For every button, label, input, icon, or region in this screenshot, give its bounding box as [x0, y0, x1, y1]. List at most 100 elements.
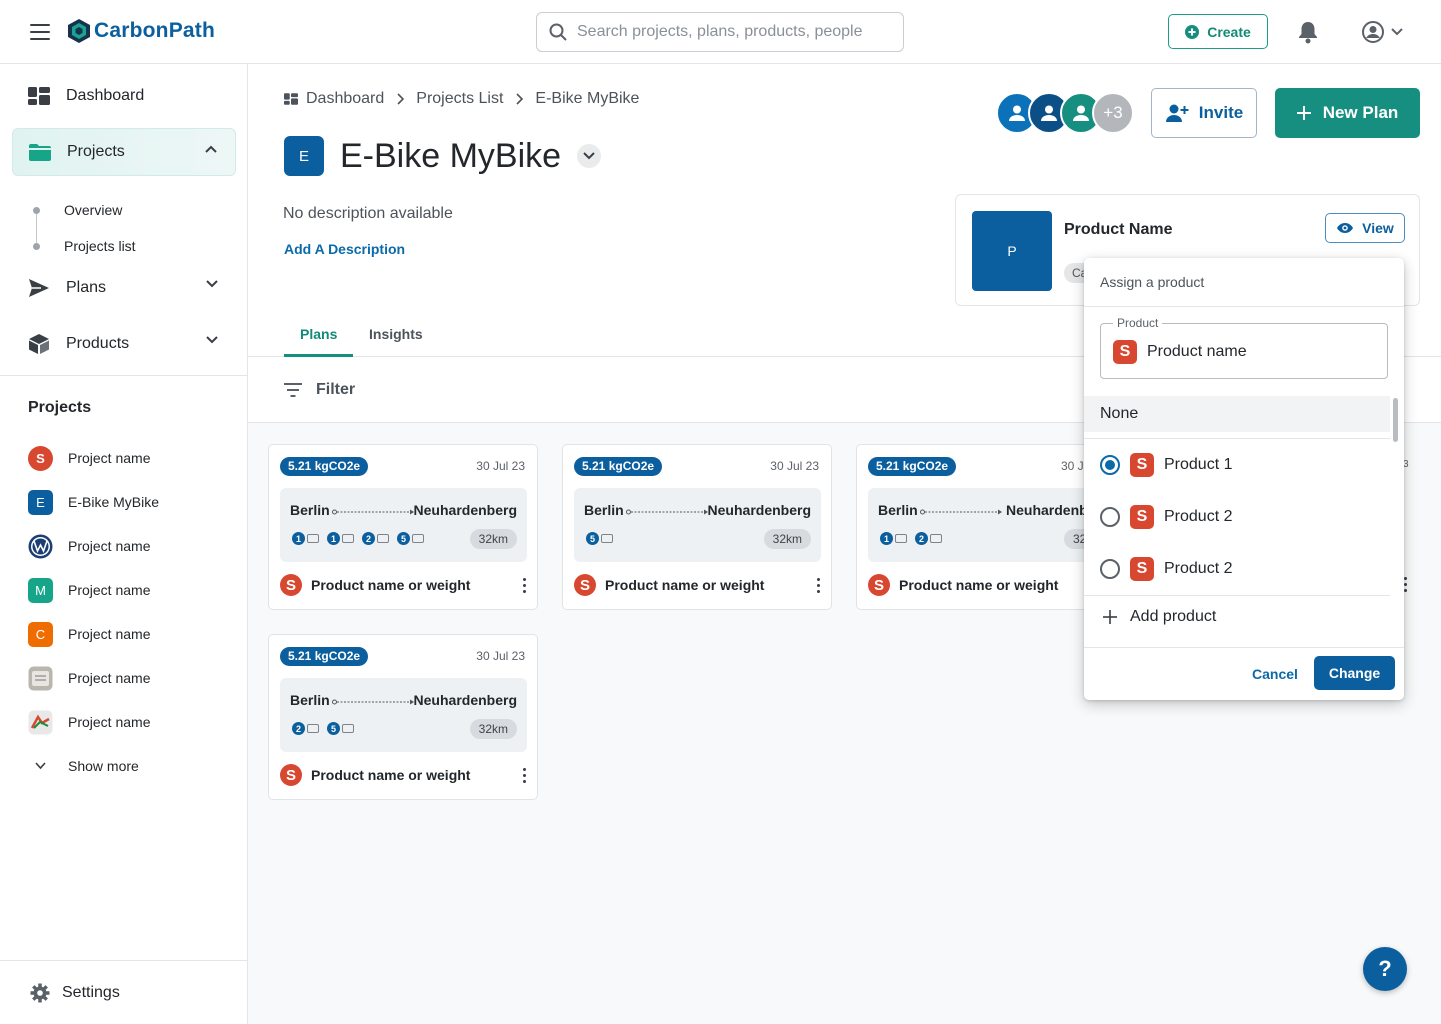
sidebar-item-projects[interactable]: Projects [12, 128, 236, 176]
train-icon [307, 534, 319, 543]
product-option[interactable]: S Product 1 [1100, 451, 1380, 479]
add-description-link[interactable]: Add A Description [284, 241, 405, 257]
project-label: E-Bike MyBike [68, 494, 160, 510]
more-options-icon[interactable] [817, 578, 821, 594]
route-origin: Berlin [584, 502, 624, 518]
breadcrumb-link-dashboard[interactable]: Dashboard [306, 90, 384, 108]
product-select-field[interactable]: Product S Product name [1100, 316, 1388, 379]
brand-logo-icon [28, 666, 53, 690]
menu-icon[interactable] [30, 24, 50, 40]
project-avatar: M [28, 577, 53, 603]
project-label: Project name [68, 626, 151, 642]
chevron-up-icon [205, 145, 217, 153]
distance-badge: 32km [469, 719, 517, 739]
plan-card[interactable]: 5.21 kgCO2e 30 J Berlin Neuhardenb 1 2 3… [856, 444, 1116, 610]
new-plan-button[interactable]: New Plan [1275, 88, 1420, 138]
radio-unselected-icon[interactable] [1100, 507, 1120, 527]
search-input[interactable] [577, 23, 877, 41]
plan-product: S Product name or weight [280, 574, 470, 596]
route-arrow-icon [626, 509, 708, 515]
segment-count: 2 [915, 532, 928, 545]
scrollbar-thumb[interactable] [1393, 398, 1398, 442]
bullet-icon [33, 207, 40, 214]
project-switcher-button[interactable] [577, 144, 602, 168]
radio-selected-icon[interactable] [1100, 455, 1120, 475]
app-name: CarbonPath [94, 19, 216, 42]
product-logo-icon: S [1113, 340, 1137, 364]
bus-icon [342, 724, 354, 733]
route-origin: Berlin [878, 502, 918, 518]
route-box: Berlin Neuhardenberg 5 32km [574, 488, 821, 562]
create-button[interactable]: Create [1168, 14, 1268, 49]
plane-icon [930, 534, 942, 543]
plan-card[interactable]: 5.21 kgCO2e 30 Jul 23 Berlin Neuhardenbe… [268, 634, 538, 800]
sidebar-project-item[interactable]: M Project name [28, 577, 150, 603]
sidebar-subitem-overview[interactable]: Overview [33, 192, 136, 250]
more-options-icon[interactable] [1404, 577, 1408, 593]
sidebar-subitem-projects-list[interactable]: Projects list [33, 228, 136, 264]
plus-icon [1296, 106, 1311, 120]
sidebar-project-item[interactable]: C Project name [28, 621, 150, 647]
more-users-badge[interactable]: +3 [1092, 92, 1134, 134]
add-circle-icon [1185, 24, 1200, 39]
add-product-button[interactable]: Add product [1102, 608, 1216, 626]
product-logo-icon: S [1130, 557, 1154, 581]
segment-count: 2 [362, 532, 375, 545]
sidebar-project-item[interactable]: E E-Bike MyBike [28, 489, 159, 515]
sidebar-item-dashboard[interactable]: Dashboard [12, 72, 236, 120]
sidebar-project-item[interactable]: Project name [28, 533, 150, 559]
radio-unselected-icon[interactable] [1100, 559, 1120, 579]
product-name: Product Name [1064, 221, 1173, 238]
chevron-down-icon [1391, 28, 1403, 36]
product-logo-icon: S [280, 574, 302, 596]
notifications-icon[interactable] [1297, 20, 1319, 49]
dashboard-icon [28, 87, 50, 105]
change-button[interactable]: Change [1314, 656, 1395, 690]
filter-button[interactable]: Filter [316, 381, 355, 399]
plan-card[interactable]: 5.21 kgCO2e 30 Jul 23 Berlin Neuhardenbe… [268, 444, 538, 610]
settings-button[interactable]: Settings [0, 960, 248, 1024]
product-logo-icon: S [1130, 505, 1154, 529]
tab-plans[interactable]: Plans [300, 326, 337, 342]
show-more-label: Show more [68, 758, 139, 774]
breadcrumb-link-projects-list[interactable]: Projects List [416, 90, 503, 108]
invite-label: Invite [1198, 103, 1244, 122]
sidebar-project-item[interactable]: S Project name [28, 445, 150, 471]
invite-button[interactable]: Invite [1151, 88, 1257, 138]
team-avatars[interactable]: +3 [996, 92, 1136, 134]
option-none[interactable]: None [1084, 396, 1390, 432]
help-button[interactable]: ? [1363, 947, 1407, 991]
add-product-label: Add product [1130, 608, 1217, 625]
new-plan-label: New Plan [1322, 103, 1399, 122]
popover-title: Assign a product [1100, 274, 1205, 290]
more-options-icon[interactable] [523, 578, 527, 594]
plan-product: S Product name or weight [868, 574, 1058, 596]
sidebar-project-item[interactable]: Project name [28, 665, 150, 691]
route-box: Berlin Neuhardenb 1 2 32k [868, 488, 1108, 562]
subitem-label: Projects list [64, 238, 136, 254]
search-box[interactable] [536, 12, 904, 52]
plane-icon [307, 724, 319, 733]
plan-card[interactable]: 5.21 kgCO2e 30 Jul 23 Berlin Neuhardenbe… [562, 444, 832, 610]
divider [1084, 438, 1390, 439]
show-more-button[interactable]: Show more [28, 753, 139, 779]
sidebar-project-item[interactable]: Project name [28, 709, 150, 735]
sidebar-item-plans[interactable]: Plans [12, 264, 236, 312]
project-avatar: C [28, 621, 53, 647]
tab-insights[interactable]: Insights [369, 326, 423, 342]
more-options-icon[interactable] [523, 768, 527, 784]
product-thumbnail: P [972, 211, 1052, 291]
sidebar-item-products[interactable]: Products [12, 320, 236, 368]
view-product-button[interactable]: View [1325, 213, 1405, 243]
plan-product-label: Product name or weight [899, 577, 1059, 593]
send-icon [29, 279, 49, 297]
product-option[interactable]: S Product 2 [1100, 503, 1380, 531]
option-label: Product 1 [1164, 456, 1233, 473]
cancel-button[interactable]: Cancel [1244, 658, 1306, 690]
account-menu[interactable] [1361, 20, 1403, 44]
product-option[interactable]: S Product 2 [1100, 555, 1380, 583]
app-logo[interactable]: CarbonPath [66, 18, 215, 44]
person-icon [1041, 105, 1057, 121]
sidebar-item-label: Plans [66, 279, 107, 296]
plan-product-label: Product name or weight [605, 577, 765, 593]
